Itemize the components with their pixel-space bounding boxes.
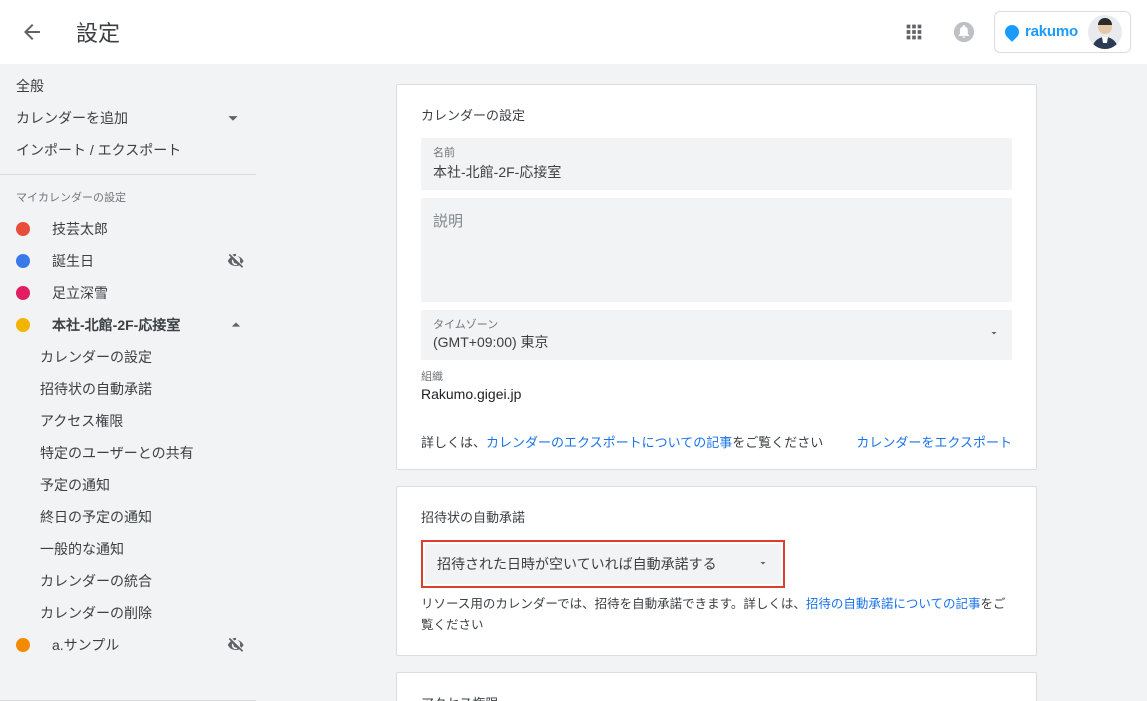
sidebar-subitem[interactable]: カレンダーの設定: [0, 341, 256, 373]
sidebar-subitem[interactable]: アクセス権限: [0, 405, 256, 437]
name-field[interactable]: 名前 本社-北館-2F-応接室: [421, 138, 1012, 190]
brand-name: rakumo: [1025, 23, 1078, 40]
apps-icon: [903, 21, 925, 43]
section-title: 招待状の自動承諾: [421, 507, 1012, 526]
sidebar-subitem[interactable]: 招待状の自動承諾: [0, 373, 256, 405]
sidebar-item-add-calendar[interactable]: カレンダーを追加: [0, 102, 256, 134]
main-content: カレンダーの設定 名前 本社-北館-2F-応接室 説明 タイムゾーン (GMT+…: [256, 64, 1147, 701]
divider: [0, 174, 256, 175]
sidebar-subitem[interactable]: 一般的な通知: [0, 533, 256, 565]
calendar-label: 技芸太郎: [52, 219, 246, 239]
calendar-item-sample[interactable]: a.サンプル: [0, 629, 256, 661]
field-value: 本社-北館-2F-応接室: [433, 162, 1000, 182]
calendar-item[interactable]: 本社-北館-2F-応接室: [0, 309, 256, 341]
section-title: カレンダーの設定: [421, 105, 1012, 124]
description-field[interactable]: 説明: [421, 198, 1012, 302]
caret-down-icon: [757, 557, 769, 572]
sidebar-item-import-export[interactable]: インポート / エクスポート: [0, 134, 256, 166]
chevron-down-icon: [222, 107, 244, 129]
eye-off-icon: [226, 635, 246, 655]
calendar-color-dot: [16, 222, 30, 236]
auto-accept-help-link[interactable]: 招待の自動承諾についての記事: [806, 597, 981, 611]
description-placeholder: 説明: [433, 210, 1000, 231]
help-suffix: をご覧ください: [732, 435, 823, 450]
back-button[interactable]: [8, 8, 56, 56]
bell-icon: [953, 21, 975, 43]
avatar[interactable]: [1088, 15, 1122, 49]
timezone-select[interactable]: タイムゾーン (GMT+09:00) 東京: [421, 310, 1012, 360]
calendar-label: 誕生日: [52, 251, 226, 271]
calendar-color-dot: [16, 254, 30, 268]
calendar-color-dot: [16, 318, 30, 332]
help-text: 詳しくは、カレンダーのエクスポートについての記事をご覧ください: [421, 432, 823, 451]
sidebar: 全般 カレンダーを追加 インポート / エクスポート マイカレンダーの設定 技芸…: [0, 64, 256, 701]
org-label: 組織: [421, 368, 1012, 384]
arrow-left-icon: [20, 20, 44, 44]
sidebar-subitem[interactable]: カレンダーの統合: [0, 565, 256, 597]
eye-off-icon: [226, 251, 246, 271]
notifications-button[interactable]: [944, 12, 984, 52]
apps-button[interactable]: [894, 12, 934, 52]
auto-accept-description: リソース用のカレンダーでは、招待を自動承諾できます。詳しくは、招待の自動承諾につ…: [421, 594, 1012, 637]
sidebar-subitem[interactable]: 予定の通知: [0, 469, 256, 501]
panel-calendar-settings: カレンダーの設定 名前 本社-北館-2F-応接室 説明 タイムゾーン (GMT+…: [396, 84, 1037, 470]
sidebar-label: 全般: [16, 76, 244, 96]
page-title: 設定: [76, 16, 894, 48]
highlight-box: 招待された日時が空いていれば自動承諾する: [421, 540, 785, 588]
calendar-label: 本社-北館-2F-応接室: [52, 315, 226, 335]
header: 設定 rakumo: [0, 0, 1147, 64]
field-label: 名前: [433, 144, 1000, 160]
calendar-color-dot: [16, 286, 30, 300]
sidebar-label: カレンダーを追加: [16, 108, 222, 128]
panel-auto-accept: 招待状の自動承諾 招待された日時が空いていれば自動承諾する リソース用のカレンダ…: [396, 486, 1037, 656]
calendar-label: a.サンプル: [52, 635, 226, 655]
sidebar-label: インポート / エクスポート: [16, 140, 244, 160]
brand-box[interactable]: rakumo: [994, 11, 1131, 53]
section-title: アクセス権限: [421, 693, 1012, 701]
desc-prefix: リソース用のカレンダーでは、招待を自動承諾できます。詳しくは、: [421, 597, 806, 611]
sidebar-item-general[interactable]: 全般: [0, 70, 256, 102]
select-value: 招待された日時が空いていれば自動承諾する: [437, 554, 739, 574]
calendar-item[interactable]: 技芸太郎: [0, 213, 256, 245]
calendar-item[interactable]: 足立深雪: [0, 277, 256, 309]
sidebar-subitem[interactable]: カレンダーの削除: [0, 597, 256, 629]
help-prefix: 詳しくは、: [421, 435, 486, 450]
avatar-icon: [1088, 15, 1122, 49]
export-help-link[interactable]: カレンダーのエクスポートについての記事: [486, 435, 732, 450]
panel-access: アクセス権限 一般公開して誰でも利用できるようにする 閲覧権限（すべての予定の詳…: [396, 672, 1037, 701]
auto-accept-select[interactable]: 招待された日時が空いていれば自動承諾する: [425, 544, 781, 584]
field-value: (GMT+09:00) 東京: [433, 332, 549, 352]
calendar-item[interactable]: 誕生日: [0, 245, 256, 277]
calendar-label: 足立深雪: [52, 283, 246, 303]
sidebar-subitem[interactable]: 終日の予定の通知: [0, 501, 256, 533]
sidebar-subitem[interactable]: 特定のユーザーとの共有: [0, 437, 256, 469]
export-calendar-link[interactable]: カレンダーをエクスポート: [856, 432, 1012, 451]
sidebar-heading-mycalendars: マイカレンダーの設定: [0, 183, 256, 213]
caret-down-icon: [988, 327, 1000, 342]
calendar-color-dot: [16, 638, 30, 652]
brand-logo-icon: [1002, 22, 1022, 42]
chevron-up-icon: [226, 315, 246, 335]
field-label: タイムゾーン: [433, 316, 549, 332]
org-value: Rakumo.gigei.jp: [421, 386, 1012, 402]
